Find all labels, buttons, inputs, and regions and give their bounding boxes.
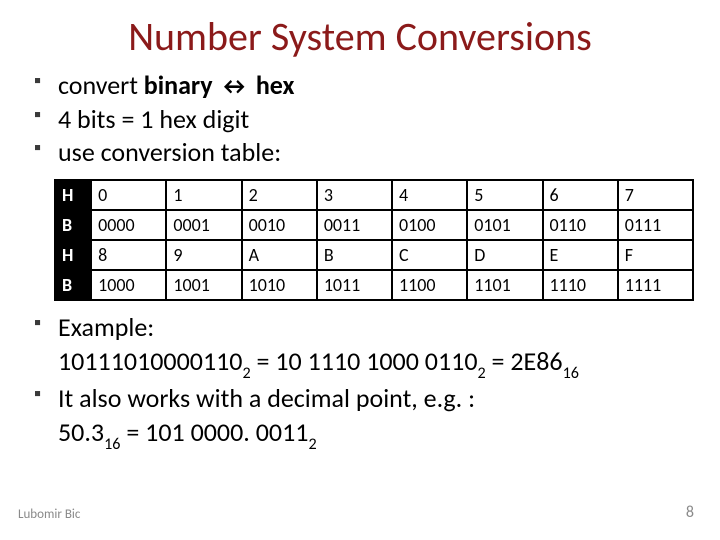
table-row: H 8 9 A B C D E F [55, 240, 693, 270]
cell: 1010 [242, 270, 317, 300]
cell: F [618, 240, 693, 270]
text: Example: [58, 311, 154, 343]
table-row: B 0000 0001 0010 0011 0100 0101 0110 011… [55, 210, 693, 240]
cell: 0001 [166, 210, 241, 240]
cell: 4 [392, 180, 467, 210]
subscript: 2 [478, 364, 486, 383]
cell: 1000 [91, 270, 166, 300]
row-header-h: H [55, 180, 91, 210]
cell: C [392, 240, 467, 270]
bullet-usetable: use conversion table: [32, 136, 690, 169]
subscript: 16 [563, 364, 579, 383]
text: 50.3 [58, 416, 104, 448]
cell: 1110 [543, 270, 618, 300]
cell: 0 [91, 180, 166, 210]
text-bold: hex [250, 69, 294, 101]
text: 10111010000110 [58, 345, 243, 377]
cell: 9 [166, 240, 241, 270]
row-header-b: B [55, 270, 91, 300]
footer-page-number: 8 [686, 503, 694, 522]
subscript: 16 [104, 435, 120, 454]
text: convert [58, 69, 144, 101]
bullet-example: Example: 101110100001102 = 10 1110 1000 … [32, 311, 690, 382]
slide: Number System Conversions convert binary… [0, 0, 720, 540]
text-bold: binary [144, 69, 219, 101]
cell: 0110 [543, 210, 618, 240]
table-row: B 1000 1001 1010 1011 1100 1101 1110 111… [55, 270, 693, 300]
cell: D [467, 240, 542, 270]
subscript: 2 [308, 435, 316, 454]
bullet-decimal: It also works with a decimal point, e.g.… [32, 382, 690, 453]
cell: 0010 [242, 210, 317, 240]
row-header-h: H [55, 240, 91, 270]
text: = 10 1110 1000 0110 [251, 345, 478, 377]
cell: A [242, 240, 317, 270]
cell: 1011 [317, 270, 392, 300]
footer-author: Lubomir Bic [18, 507, 80, 522]
cell: 5 [467, 180, 542, 210]
cell: 0100 [392, 210, 467, 240]
bullet-4bits: 4 bits = 1 hex digit [32, 103, 690, 136]
text: It also works with a decimal point, e.g.… [58, 382, 475, 414]
cell: 1100 [392, 270, 467, 300]
cell: 8 [91, 240, 166, 270]
bullets-bottom: Example: 101110100001102 = 10 1110 1000 … [32, 311, 690, 453]
cell: 1101 [467, 270, 542, 300]
text: = 101 0000. 0011 [120, 416, 308, 448]
cell: 3 [317, 180, 392, 210]
bullets-top: convert binary ↔ hex 4 bits = 1 hex digi… [32, 69, 690, 169]
cell: 2 [242, 180, 317, 210]
row-header-b: B [55, 210, 91, 240]
cell: 1001 [166, 270, 241, 300]
cell: 0011 [317, 210, 392, 240]
cell: E [543, 240, 618, 270]
text: = 2E86 [486, 345, 563, 377]
cell: 0101 [467, 210, 542, 240]
cell: 6 [543, 180, 618, 210]
page-title: Number System Conversions [30, 12, 690, 61]
cell: 1111 [618, 270, 693, 300]
table-row: H 0 1 2 3 4 5 6 7 [55, 180, 693, 210]
arrow-icon: ↔ [218, 72, 249, 101]
bullet-convert: convert binary ↔ hex [32, 69, 690, 103]
cell: 0000 [91, 210, 166, 240]
cell: 0111 [618, 210, 693, 240]
cell: B [317, 240, 392, 270]
conversion-table: H 0 1 2 3 4 5 6 7 B 0000 0001 0010 0011 … [54, 179, 694, 301]
subscript: 2 [243, 364, 251, 383]
cell: 1 [166, 180, 241, 210]
cell: 7 [618, 180, 693, 210]
